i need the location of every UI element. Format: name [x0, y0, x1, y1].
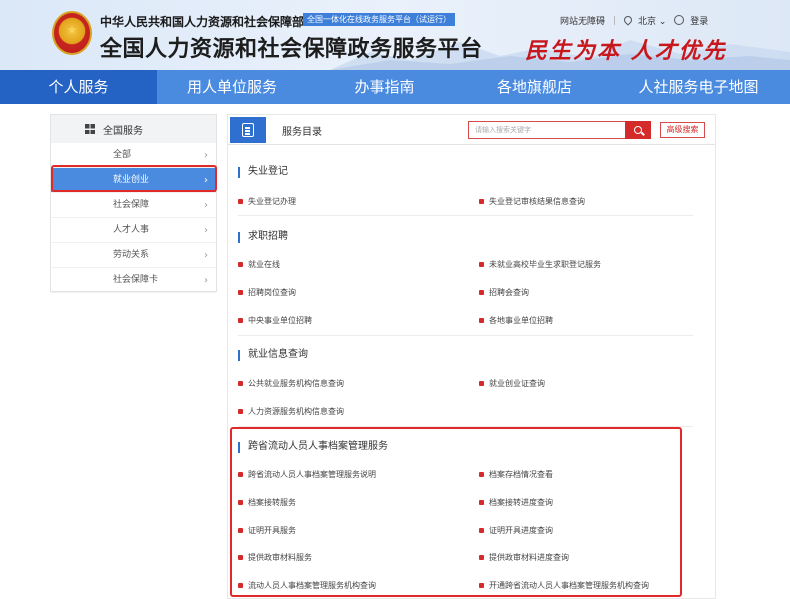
location-label: 北京: [637, 17, 656, 27]
section-title: 跨省流动人员人事档案管理服务: [238, 439, 688, 455]
catalog-title: 服务目录: [282, 127, 322, 138]
sidebar-item-social-security-card[interactable]: 社会保障卡 ›: [51, 268, 216, 293]
nav-regional-stores[interactable]: 各地旗舰店: [462, 70, 607, 104]
document-icon: [242, 123, 254, 137]
service-link[interactable]: 提供政审材料进度查询: [479, 552, 569, 564]
service-link[interactable]: 招聘会查询: [479, 287, 529, 299]
chevron-right-icon: ›: [204, 250, 208, 261]
sidebar-item-talent[interactable]: 人才人事 ›: [51, 218, 216, 243]
divider: |: [613, 15, 617, 26]
section-unemployment-registration: 失业登记: [238, 164, 688, 180]
org-name: 中华人民共和国人力资源和社会保障部: [100, 15, 305, 29]
site-header: 中华人民共和国人力资源和社会保障部 全国一体化在线政务服务平台（试运行） 全国人…: [0, 0, 790, 70]
service-link[interactable]: 证明开具服务: [238, 525, 296, 537]
location-selector[interactable]: 北京 ⌄: [622, 14, 667, 27]
service-link[interactable]: 档案接转服务: [238, 497, 296, 509]
login-label: 登录: [690, 17, 709, 27]
section-divider: [238, 215, 693, 216]
service-link[interactable]: 中央事业单位招聘: [238, 315, 312, 327]
user-icon: [674, 15, 685, 25]
location-pin-icon: [622, 14, 634, 26]
grid-icon: [85, 124, 95, 134]
chevron-right-icon: ›: [204, 175, 208, 186]
section-title: 失业登记: [238, 164, 688, 180]
org-badge: 全国一体化在线政务服务平台（试运行）: [303, 13, 455, 26]
nav-personal-services[interactable]: 个人服务: [0, 70, 157, 104]
chevron-right-icon: ›: [204, 225, 208, 236]
service-link[interactable]: 流动人员人事档案管理服务机构查询: [238, 580, 376, 592]
advanced-search-button[interactable]: 高级搜索: [660, 122, 705, 138]
service-link[interactable]: 招聘岗位查询: [238, 287, 296, 299]
section-divider: [238, 426, 693, 427]
accessibility-link[interactable]: 网站无障碍: [560, 14, 605, 27]
national-emblem-logo: [52, 11, 92, 55]
section-title: 求职招聘: [238, 229, 688, 245]
sidebar-title: 全国服务: [103, 125, 143, 137]
platform-title: 全国人力资源和社会保障政务服务平台: [100, 37, 483, 62]
chevron-right-icon: ›: [204, 200, 208, 211]
section-employment-info: 就业信息查询: [238, 347, 688, 363]
service-link[interactable]: 证明开具进度查询: [479, 525, 553, 537]
catalog-icon-box: [230, 117, 266, 143]
login-link[interactable]: 登录: [674, 14, 708, 27]
service-link[interactable]: 人力资源服务机构信息查询: [238, 406, 344, 418]
search-input[interactable]: 请输入搜索关键字: [468, 121, 626, 139]
sidebar-item-label: 就业创业: [113, 175, 150, 185]
service-category-sidebar: 全国服务 全部 › 就业创业 › 社会保障 › 人才人事 › 劳动关系 › 社会…: [50, 114, 217, 293]
nav-service-map[interactable]: 人社服务电子地图: [607, 70, 790, 104]
service-link[interactable]: 就业创业证查询: [479, 378, 545, 390]
catalog-header: 服务目录 请输入搜索关键字 高级搜索: [228, 115, 715, 145]
section-title: 就业信息查询: [238, 347, 688, 363]
main-nav: 个人服务 用人单位服务 办事指南 各地旗舰店 人社服务电子地图: [0, 70, 790, 104]
search-button[interactable]: [625, 121, 651, 139]
search-icon: [634, 126, 642, 134]
service-link[interactable]: 提供政审材料服务: [238, 552, 312, 564]
service-link[interactable]: 失业登记办理: [238, 196, 296, 208]
sidebar-item-label: 社会保障卡: [113, 275, 159, 285]
slogan: 民生为本 人才优先: [525, 38, 727, 64]
service-link[interactable]: 各地事业单位招聘: [479, 315, 553, 327]
section-cross-province-archives: 跨省流动人员人事档案管理服务: [238, 439, 688, 455]
service-link[interactable]: 开通跨省流动人员人事档案管理服务机构查询: [479, 580, 649, 592]
section-job-recruitment: 求职招聘: [238, 229, 688, 245]
sidebar-item-all[interactable]: 全部 ›: [51, 143, 216, 168]
chevron-right-icon: ›: [204, 275, 208, 286]
nav-employer-services[interactable]: 用人单位服务: [157, 70, 307, 104]
section-divider: [238, 335, 693, 336]
service-catalog-panel: 服务目录 请输入搜索关键字 高级搜索 失业登记 失业登记办理 失业登记审核结果信…: [227, 114, 716, 599]
sidebar-item-employment[interactable]: 就业创业 ›: [51, 168, 216, 193]
sidebar-item-label: 社会保障: [113, 200, 150, 210]
nav-service-guide[interactable]: 办事指南: [307, 70, 462, 104]
service-link[interactable]: 跨省流动人员人事档案管理服务说明: [238, 469, 376, 481]
service-link[interactable]: 就业在线: [238, 259, 280, 271]
sidebar-item-labor-relations[interactable]: 劳动关系 ›: [51, 243, 216, 268]
service-link[interactable]: 公共就业服务机构信息查询: [238, 378, 344, 390]
sidebar-item-label: 劳动关系: [113, 250, 150, 260]
service-link[interactable]: 未就业高校毕业生求职登记服务: [479, 259, 601, 271]
chevron-right-icon: ›: [204, 150, 208, 161]
service-link[interactable]: 失业登记审核结果信息查询: [479, 196, 585, 208]
service-link[interactable]: 档案接转进度查询: [479, 497, 553, 509]
chevron-down-icon: ⌄: [658, 17, 667, 27]
sidebar-item-social-security[interactable]: 社会保障 ›: [51, 193, 216, 218]
service-link[interactable]: 档案存档情况查看: [479, 469, 553, 481]
sidebar-item-label: 全部: [113, 150, 132, 160]
top-links: 网站无障碍 | 北京 ⌄ 登录: [560, 14, 708, 27]
sidebar-header: 全国服务: [51, 115, 216, 143]
sidebar-item-label: 人才人事: [113, 225, 150, 235]
